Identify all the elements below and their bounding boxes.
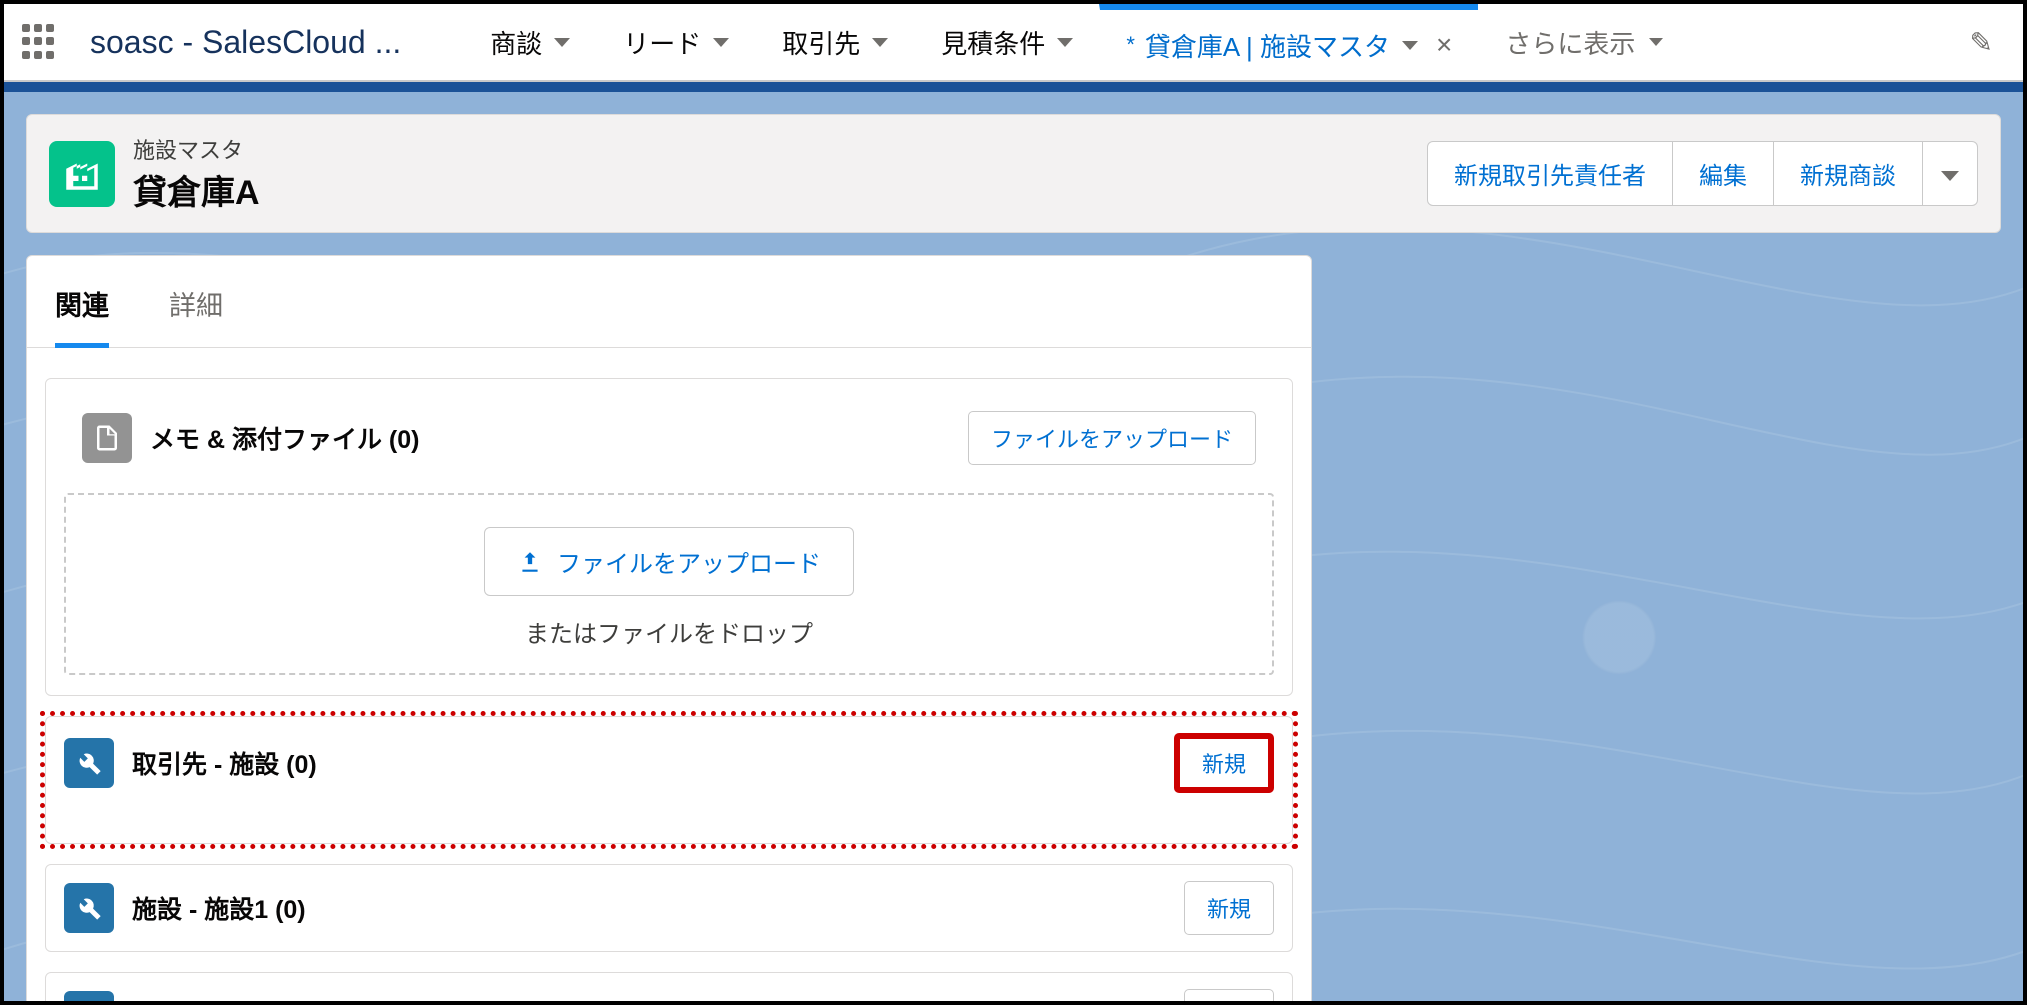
edit-button[interactable]: 編集 bbox=[1673, 141, 1774, 206]
notes-attachments-card: メモ & 添付ファイル (0) ファイルをアップロード ファイルをアップロード … bbox=[45, 378, 1293, 696]
nav-items: 商談 リード 取引先 見積条件 * 貸倉庫A | 施設マスタ × bbox=[463, 4, 1935, 80]
wrench-icon bbox=[64, 738, 114, 788]
new-record-button[interactable]: 新規 bbox=[1184, 989, 1274, 1001]
upload-icon bbox=[517, 549, 543, 575]
workspace-tab-active[interactable]: * 貸倉庫A | 施設マスタ × bbox=[1099, 4, 1478, 80]
card-header-left: メモ & 添付ファイル (0) bbox=[82, 413, 419, 463]
nav-item-opportunities[interactable]: 商談 bbox=[463, 4, 596, 80]
upload-file-button[interactable]: ファイルをアップロード bbox=[968, 411, 1256, 465]
tab-detail[interactable]: 詳細 bbox=[169, 256, 223, 347]
app-name: soasc - SalesCloud ... bbox=[90, 24, 401, 61]
card-title: 施設 - 施設1 (0) bbox=[132, 890, 306, 926]
wrench-icon bbox=[64, 883, 114, 933]
nav-item-label: リード bbox=[623, 24, 701, 61]
chevron-down-icon bbox=[1057, 38, 1073, 47]
nav-item-label: 見積条件 bbox=[941, 24, 1045, 61]
new-opportunity-button[interactable]: 新規商談 bbox=[1774, 141, 1923, 206]
nav-more[interactable]: さらに表示 bbox=[1478, 4, 1689, 80]
upload-inline-button[interactable]: ファイルをアップロード bbox=[484, 527, 854, 596]
record-header: 施設マスタ 貸倉庫A 新規取引先責任者 編集 新規商談 bbox=[26, 114, 2001, 233]
card-header-left: 取引先 - 施設 (0) bbox=[64, 738, 317, 788]
card-header-left: 施設 - 施設1 (0) bbox=[64, 883, 306, 933]
drop-hint: またはファイルをドロップ bbox=[525, 614, 813, 649]
card-title: 施設 - 施設2 (0) bbox=[132, 998, 306, 1001]
nav-item-label: 商談 bbox=[490, 24, 542, 61]
unsaved-indicator: * bbox=[1126, 32, 1135, 58]
wrench-icon bbox=[64, 991, 114, 1001]
nav-item-quotes[interactable]: 見積条件 bbox=[914, 4, 1099, 80]
chevron-down-icon bbox=[1941, 171, 1959, 181]
new-record-button[interactable]: 新規 bbox=[1174, 733, 1274, 793]
record-tabs: 関連 詳細 bbox=[27, 256, 1311, 348]
record-type: 施設マスタ bbox=[133, 133, 260, 165]
workspace-title: 貸倉庫A | 施設マスタ bbox=[1145, 27, 1390, 64]
brand-stripe bbox=[4, 82, 2023, 92]
card-header: 取引先 - 施設 (0) 新規 bbox=[46, 717, 1292, 809]
card-header-left: 施設 - 施設2 (0) bbox=[64, 991, 306, 1001]
card-header: 施設 - 施設1 (0) 新規 bbox=[46, 865, 1292, 951]
related-list-facility-1: 施設 - 施設1 (0) 新規 bbox=[45, 864, 1293, 952]
card-header: 施設 - 施設2 (0) 新規 bbox=[46, 973, 1292, 1001]
chevron-down-icon bbox=[872, 38, 888, 47]
more-actions-button[interactable] bbox=[1923, 141, 1978, 206]
edit-nav-icon[interactable]: ✎ bbox=[1958, 26, 2005, 59]
nav-item-leads[interactable]: リード bbox=[596, 4, 755, 80]
facility-icon bbox=[49, 141, 115, 207]
chevron-down-icon bbox=[713, 38, 729, 47]
record-header-left: 施設マスタ 貸倉庫A bbox=[49, 133, 260, 214]
related-list-facility-2: 施設 - 施設2 (0) 新規 bbox=[45, 972, 1293, 1001]
chevron-down-icon bbox=[1649, 38, 1663, 46]
chevron-down-icon[interactable] bbox=[1402, 41, 1418, 50]
card-title: メモ & 添付ファイル (0) bbox=[150, 420, 419, 456]
new-contact-button[interactable]: 新規取引先責任者 bbox=[1427, 141, 1673, 206]
file-drop-area[interactable]: ファイルをアップロード またはファイルをドロップ bbox=[64, 493, 1274, 675]
nav-item-accounts[interactable]: 取引先 bbox=[755, 4, 914, 80]
related-list-account-facility: 取引先 - 施設 (0) 新規 bbox=[45, 716, 1293, 844]
new-record-button[interactable]: 新規 bbox=[1184, 881, 1274, 935]
record-left-panel: 関連 詳細 メモ & 添付ファイル (0) ファイルをアップロード bbox=[26, 255, 1312, 1001]
related-body: メモ & 添付ファイル (0) ファイルをアップロード ファイルをアップロード … bbox=[27, 348, 1311, 1001]
card-spacer bbox=[46, 809, 1292, 843]
card-header: メモ & 添付ファイル (0) ファイルをアップロード bbox=[64, 395, 1274, 481]
chevron-down-icon bbox=[554, 38, 570, 47]
record-header-labels: 施設マスタ 貸倉庫A bbox=[133, 133, 260, 214]
nav-more-label: さらに表示 bbox=[1505, 24, 1635, 61]
tab-related[interactable]: 関連 bbox=[55, 256, 109, 347]
attachment-icon bbox=[82, 413, 132, 463]
nav-item-label: 取引先 bbox=[782, 24, 860, 61]
page-canvas: 施設マスタ 貸倉庫A 新規取引先責任者 編集 新規商談 関連 詳細 bbox=[4, 92, 2023, 1001]
record-title: 貸倉庫A bbox=[133, 165, 260, 214]
record-actions: 新規取引先責任者 編集 新規商談 bbox=[1427, 141, 1978, 206]
upload-inline-label: ファイルをアップロード bbox=[557, 544, 821, 579]
close-icon[interactable]: × bbox=[1436, 29, 1452, 61]
global-nav: soasc - SalesCloud ... 商談 リード 取引先 見積条件 *… bbox=[4, 4, 2023, 82]
card-title: 取引先 - 施設 (0) bbox=[132, 745, 317, 781]
app-launcher-icon[interactable] bbox=[22, 24, 58, 60]
